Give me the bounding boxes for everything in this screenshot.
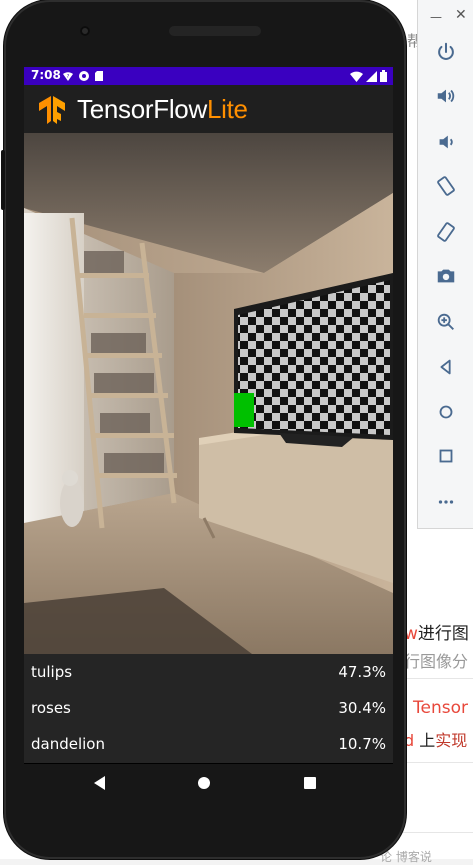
- back-icon[interactable]: [432, 353, 460, 381]
- emulator-toolbar: — ✕: [417, 0, 473, 529]
- background-page-heading[interactable]: w进行图: [404, 619, 469, 644]
- result-score: 30.4%: [338, 699, 386, 717]
- earpiece-speaker: [169, 26, 261, 36]
- camera-icon[interactable]: [432, 262, 460, 290]
- svg-text:?: ?: [67, 74, 70, 80]
- result-label: dandelion: [31, 735, 105, 753]
- background-divider: [400, 678, 473, 679]
- result-row: dandelion 10.7%: [24, 726, 393, 762]
- app-bar: TensorFlowLite: [24, 85, 393, 133]
- background-page-summary: 行图像分: [404, 652, 469, 671]
- background-page-link[interactable]: Tensor: [413, 698, 468, 718]
- zoom-icon[interactable]: [432, 308, 460, 336]
- phone-screen: 7:08 ? TensorFlowLite tulips 47.3% roses…: [24, 67, 393, 764]
- home-icon[interactable]: [194, 773, 214, 793]
- wifi-question-icon: ?: [63, 72, 73, 81]
- tensorflow-logo-icon: [39, 96, 65, 124]
- results-panel: tulips 47.3% roses 30.4% dandelion 10.7%: [24, 654, 393, 763]
- background-divider: [400, 832, 473, 833]
- result-score: 47.3%: [338, 663, 386, 681]
- result-label: roses: [31, 699, 71, 717]
- home-icon[interactable]: [432, 398, 460, 426]
- app-title: TensorFlowLite: [77, 94, 248, 124]
- status-time: 7:08: [31, 68, 61, 82]
- cell-signal-icon: [366, 70, 377, 82]
- minimize-icon[interactable]: —: [430, 10, 442, 24]
- result-label: tulips: [31, 663, 73, 681]
- rotate-left-icon[interactable]: [432, 172, 460, 200]
- camera-preview: [24, 133, 393, 654]
- sd-card-icon: [95, 71, 103, 81]
- result-row: roses 30.4%: [24, 690, 393, 726]
- recents-icon[interactable]: [300, 773, 320, 793]
- overview-icon[interactable]: [432, 442, 460, 470]
- result-score: 10.7%: [338, 735, 386, 753]
- background-divider: [400, 762, 473, 763]
- volume-down-icon[interactable]: [432, 128, 460, 156]
- power-icon[interactable]: [432, 38, 460, 66]
- result-row: tulips 47.3%: [24, 654, 393, 690]
- status-bar: 7:08 ?: [24, 67, 393, 85]
- front-camera: [80, 26, 90, 36]
- volume-up-icon[interactable]: [432, 82, 460, 110]
- data-saver-icon: [79, 71, 89, 81]
- background-page-footer: 论 博客说: [380, 850, 432, 864]
- phone-side-button: [1, 150, 5, 210]
- battery-icon: [380, 70, 387, 82]
- wifi-icon: [350, 71, 363, 82]
- rotate-right-icon[interactable]: [432, 218, 460, 246]
- back-icon[interactable]: [90, 773, 110, 793]
- phone-frame: 7:08 ? TensorFlowLite tulips 47.3% roses…: [1, 0, 406, 859]
- close-icon[interactable]: ✕: [455, 7, 467, 23]
- background-page-subtitle[interactable]: d 上实现: [404, 727, 467, 751]
- more-icon[interactable]: [432, 488, 460, 516]
